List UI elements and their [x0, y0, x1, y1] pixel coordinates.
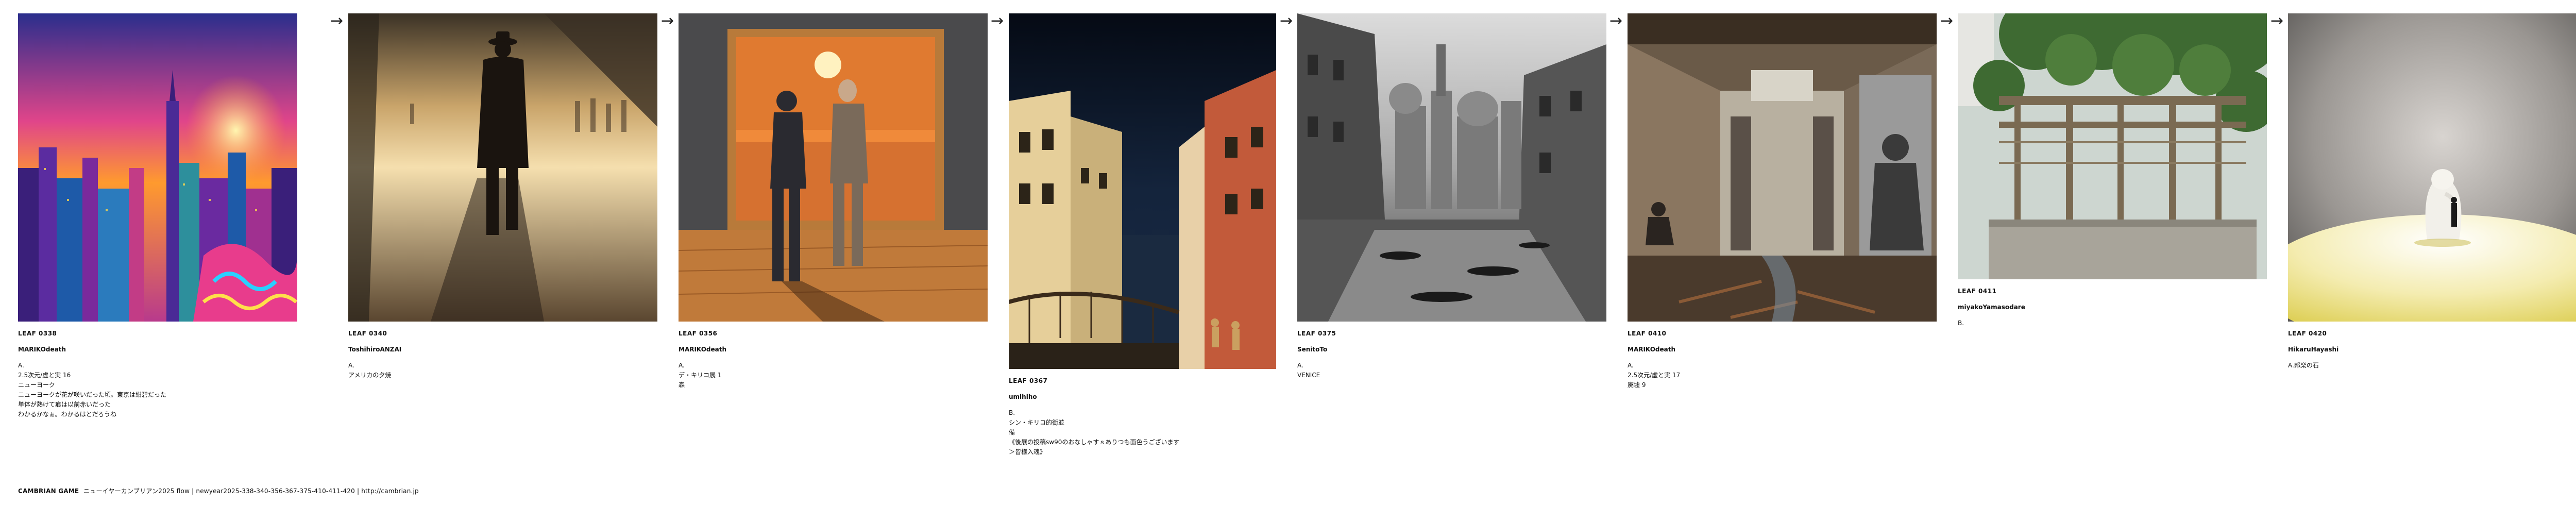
artwork-venice-monochrome[interactable]	[1297, 13, 1606, 322]
entry-text: A. アメリカの夕焼	[348, 362, 392, 379]
entry-text: B.	[1958, 319, 1964, 327]
entry-text: A. デ・キリコ展 1 森	[679, 362, 722, 389]
leaf-number: LEAF 0367	[1009, 377, 1048, 384]
leaf-number: LEAF 0375	[1297, 330, 1336, 337]
leaf-number: LEAF 0410	[1628, 330, 1667, 337]
artwork-venice-canal-night[interactable]	[1009, 13, 1276, 369]
card-leaf-0375[interactable]: LEAF 0375 SenitoTo A. VENICE	[1297, 13, 1606, 380]
author-name[interactable]: umihiho	[1009, 392, 1276, 402]
footer-text[interactable]: ニューイヤーカンブリアン2025 flow | newyear2025-338-…	[83, 487, 419, 495]
entry-text: A. 2.5次元/虚と実 16 ニューヨーク ニューヨークが花が咲いだった頃。東…	[18, 362, 167, 418]
card-leaf-0420[interactable]: LEAF 0420 HikaruHayashi A.邦楽の石	[2288, 13, 2576, 371]
footer-brand: CAMBRIAN GAME	[18, 487, 79, 495]
flow-arrow-icon: →	[661, 12, 674, 30]
author-name[interactable]: HikaruHayashi	[2288, 345, 2576, 355]
author-name[interactable]: MARIKOdeath	[18, 345, 297, 355]
card-leaf-0340[interactable]: LEAF 0340 ToshihiroANZAI A. アメリカの夕焼	[348, 13, 657, 380]
artwork-man-walking-sunset[interactable]	[348, 13, 657, 322]
card-leaf-0410[interactable]: LEAF 0410 MARIKOdeath A. 2.5次元/虚と実 17 廃墟…	[1628, 13, 1937, 390]
leaf-number: LEAF 0411	[1958, 288, 1997, 295]
page-footer: CAMBRIAN GAME ニューイヤーカンブリアン2025 flow | ne…	[18, 486, 419, 495]
leaf-number: LEAF 0356	[679, 330, 718, 337]
flow-arrow-icon: →	[1940, 12, 1954, 30]
card-leaf-0411[interactable]: LEAF 0411 miyakoYamasodare B.	[1958, 13, 2267, 328]
author-name[interactable]: ToshihiroANZAI	[348, 345, 657, 355]
author-name[interactable]: MARIKOdeath	[1628, 345, 1937, 355]
card-leaf-0338[interactable]: LEAF 0338 MARIKOdeath A. 2.5次元/虚と実 16 ニュ…	[18, 13, 297, 419]
artwork-two-men-painting[interactable]	[679, 13, 988, 322]
leaf-number: LEAF 0340	[348, 330, 387, 337]
author-name[interactable]: miyakoYamasodare	[1958, 302, 2267, 312]
author-name[interactable]: MARIKOdeath	[679, 345, 988, 355]
flow-arrow-icon: →	[1280, 12, 1293, 30]
artwork-overgrown-ruin[interactable]	[1958, 13, 2267, 279]
entry-text: A. VENICE	[1297, 362, 1320, 379]
entry-text: A.邦楽の石	[2288, 362, 2319, 369]
artwork-neon-city[interactable]	[18, 13, 297, 322]
flow-arrow-icon: →	[991, 12, 1004, 30]
artwork-ruined-alley-mural[interactable]	[1628, 13, 1937, 322]
flow-arrow-icon: →	[2270, 12, 2284, 30]
leaf-number: LEAF 0338	[18, 330, 57, 337]
leaf-number: LEAF 0420	[2288, 330, 2327, 337]
entry-text: B. シン・キリコ的街並 備 《後展の投稿sw90のおなしゃすｓありつも面色うご…	[1009, 409, 1180, 456]
author-name[interactable]: SenitoTo	[1297, 345, 1606, 355]
entry-text: A. 2.5次元/虚と実 17 廃墟 9	[1628, 362, 1681, 389]
card-leaf-0356[interactable]: LEAF 0356 MARIKOdeath A. デ・キリコ展 1 森	[679, 13, 988, 390]
artwork-sculpture-spotlight[interactable]	[2288, 13, 2576, 322]
card-leaf-0367[interactable]: LEAF 0367 umihiho B. シン・キリコ的街並 備 《後展の投稿s…	[1009, 13, 1276, 457]
flow-arrow-icon: →	[1609, 12, 1623, 30]
flow-arrow-icon: →	[330, 12, 344, 30]
